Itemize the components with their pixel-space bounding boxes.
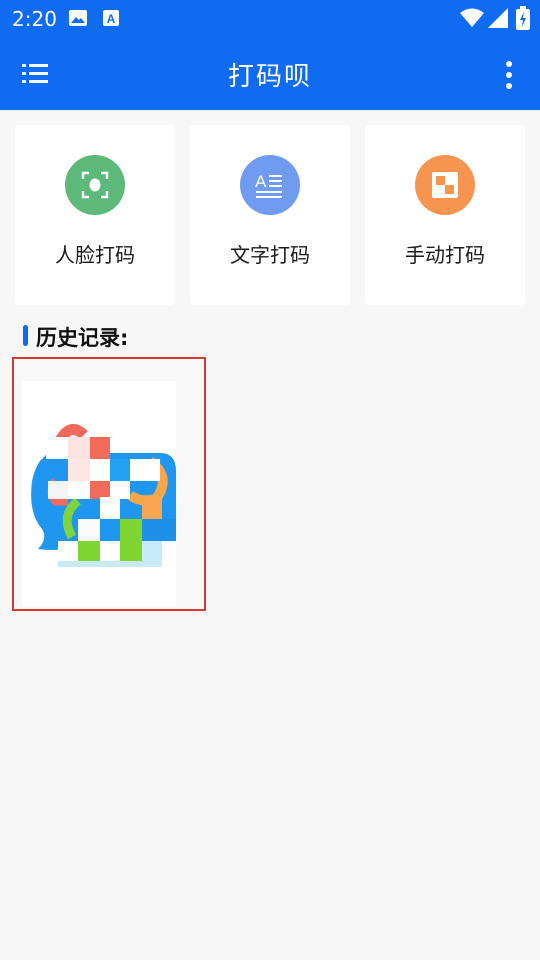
status-bar: 2:20 A: [0, 0, 540, 38]
app-title: 打码呗: [227, 62, 312, 92]
text-mosaic-card[interactable]: A 文字打码: [190, 125, 350, 305]
signal-icon: [488, 8, 508, 28]
mosaic-image-thumbnail: [22, 381, 176, 607]
history-item[interactable]: [12, 357, 206, 611]
a-notification-icon: A: [103, 10, 119, 26]
card-label: 文字打码: [230, 243, 310, 267]
image-icon: [69, 10, 87, 26]
section-marker: [23, 325, 28, 346]
face-scan-icon: [65, 155, 125, 215]
svg-text:A: A: [107, 12, 116, 26]
card-label: 手动打码: [405, 243, 485, 267]
mosaic-icon: [415, 155, 475, 215]
wifi-icon: [460, 8, 484, 27]
manual-mosaic-card[interactable]: 手动打码: [365, 125, 525, 305]
history-title: 历史记录:: [36, 326, 129, 350]
battery-charging-icon: [516, 6, 530, 30]
more-vert-icon[interactable]: [504, 60, 514, 90]
svg-text:A: A: [255, 172, 267, 191]
app-bar: 打码呗: [0, 38, 540, 110]
status-time: 2:20: [12, 7, 57, 31]
face-mosaic-card[interactable]: 人脸打码: [15, 125, 175, 305]
card-label: 人脸打码: [55, 243, 135, 267]
text-icon: A: [240, 155, 300, 215]
